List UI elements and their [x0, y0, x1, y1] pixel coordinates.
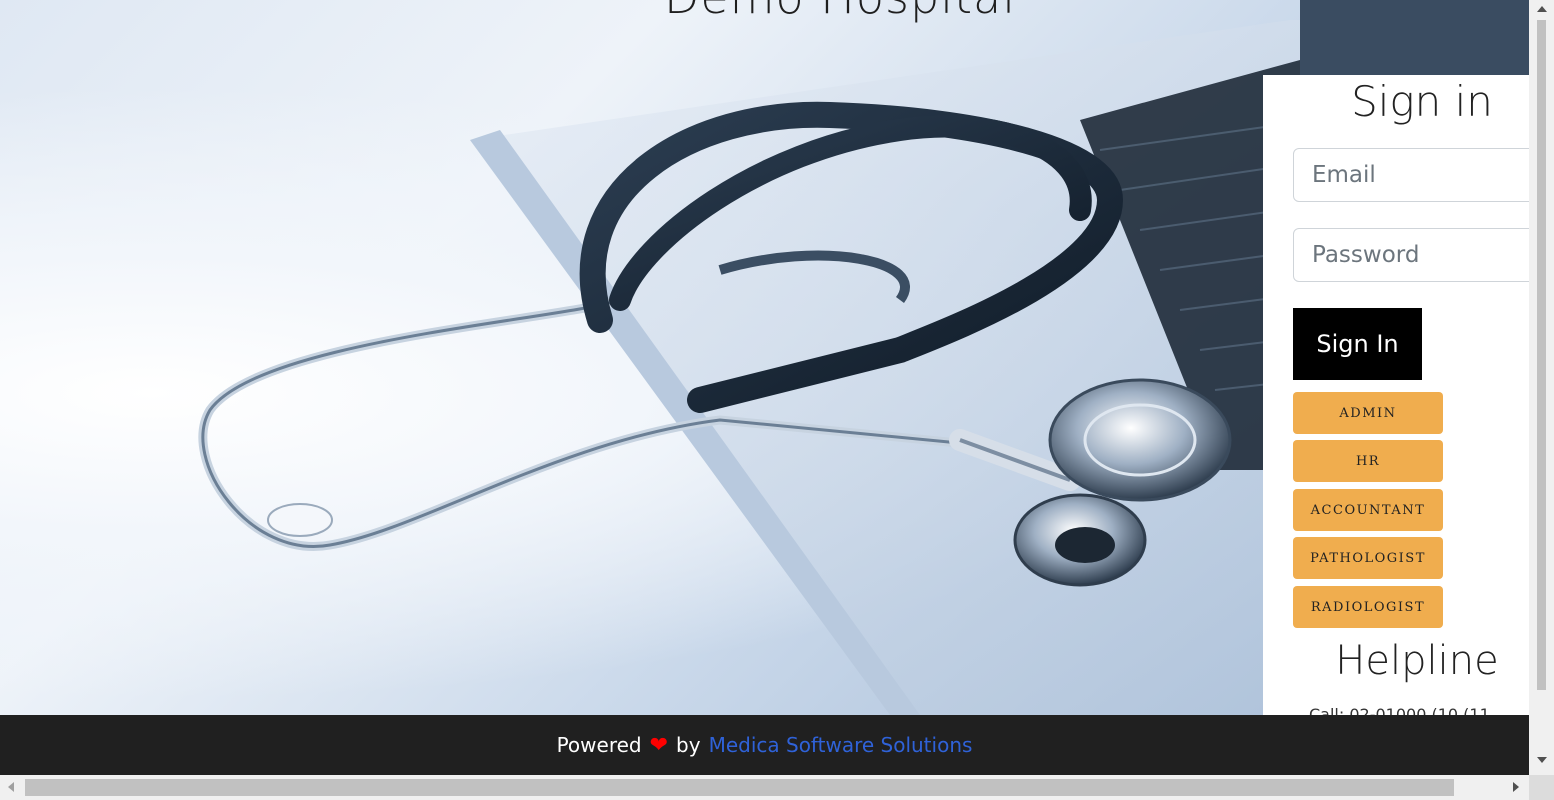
role-button-admin[interactable]: ADMIN	[1293, 392, 1443, 434]
horizontal-scrollbar[interactable]	[0, 775, 1529, 800]
horizontal-scroll-thumb[interactable]	[25, 779, 1454, 796]
role-button-pathologist[interactable]: PATHOLOGIST	[1293, 537, 1443, 579]
footer-by-text: by	[676, 733, 701, 757]
scroll-up-arrow-icon[interactable]	[1537, 6, 1547, 12]
role-button-accountant[interactable]: ACCOUNTANT	[1293, 489, 1443, 531]
helpline-heading: Helpline	[1335, 638, 1499, 684]
heart-icon: ❤	[649, 732, 669, 758]
signin-button[interactable]: Sign In	[1293, 308, 1422, 380]
signin-heading: Sign in	[1351, 77, 1493, 126]
footer-company-link[interactable]: Medica Software Solutions	[709, 733, 973, 757]
signin-panel: Sign in Sign In ADMIN HR ACCOUNTANT PATH…	[1263, 75, 1529, 715]
footer-powered-text: Powered	[556, 733, 642, 757]
password-field[interactable]	[1293, 228, 1529, 282]
role-button-hr[interactable]: HR	[1293, 440, 1443, 482]
scroll-right-arrow-icon[interactable]	[1513, 782, 1519, 792]
site-title: Demo Hospital	[0, 0, 1529, 24]
scroll-down-arrow-icon[interactable]	[1537, 757, 1547, 763]
role-button-radiologist[interactable]: RADIOLOGIST	[1293, 586, 1443, 628]
scroll-left-arrow-icon[interactable]	[8, 782, 14, 792]
scrollbar-corner	[1529, 775, 1554, 800]
footer: Powered ❤ by Medica Software Solutions	[0, 715, 1529, 775]
email-field[interactable]	[1293, 148, 1529, 202]
vertical-scroll-thumb[interactable]	[1537, 20, 1546, 690]
helpline-text: Call: 02-01000 (10 (11	[1309, 705, 1490, 715]
vertical-scrollbar[interactable]	[1529, 0, 1554, 775]
